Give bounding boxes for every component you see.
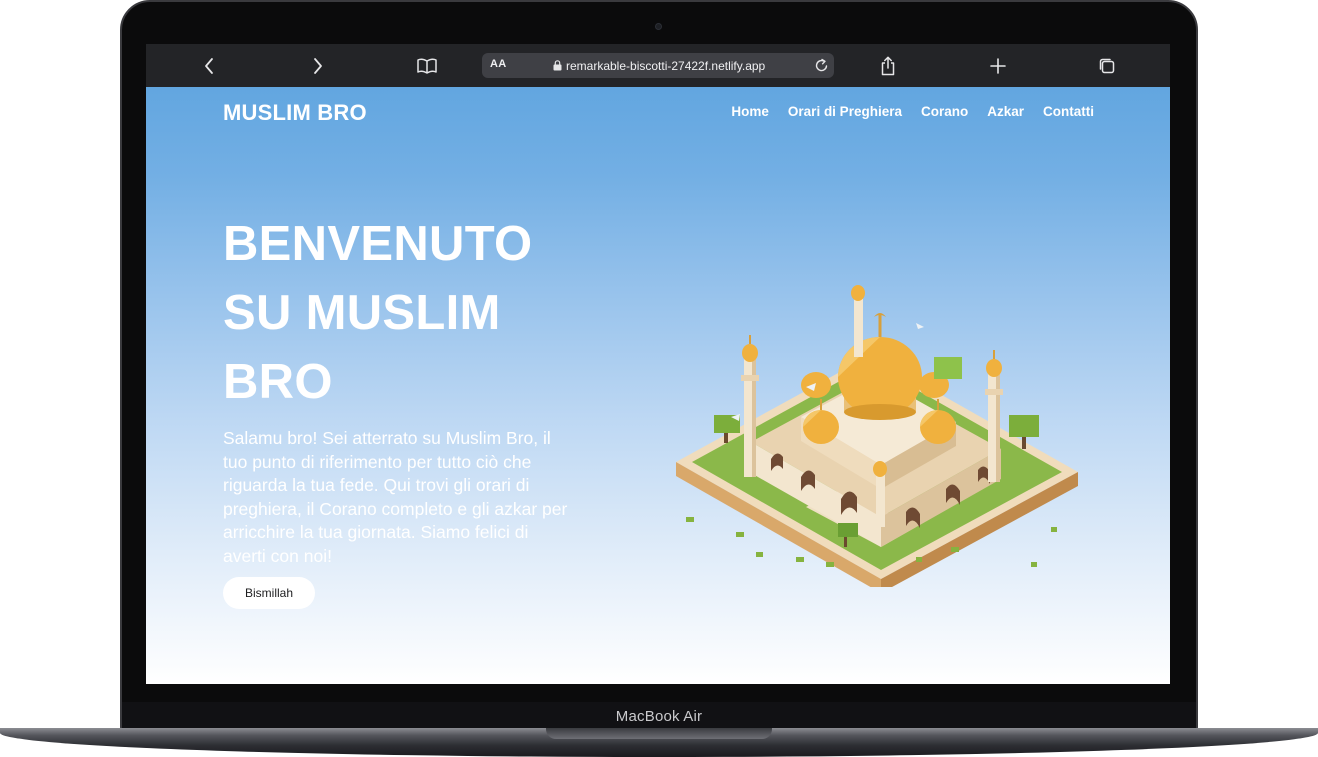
hero-title: BENVENUTO SU MUSLIM BRO	[223, 210, 563, 417]
nav-link-azkar[interactable]: Azkar	[987, 104, 1024, 119]
nav-link-home[interactable]: Home	[731, 104, 769, 119]
mosque-illustration	[676, 285, 1078, 587]
nav-link-contacts[interactable]: Contatti	[1043, 104, 1094, 119]
main-nav: Home Orari di Preghiera Corano Azkar Con…	[731, 104, 1094, 119]
text-size-button[interactable]: AA	[490, 58, 507, 70]
camera	[655, 23, 662, 30]
new-tab-button[interactable]	[985, 53, 1011, 79]
browser-toolbar: AA remarkable-biscotti-27422f.netlify.ap…	[146, 44, 1170, 87]
model-label: MacBook Air	[615, 707, 703, 725]
lock-icon	[553, 60, 562, 71]
back-button[interactable]	[196, 53, 222, 79]
reload-button[interactable]	[812, 56, 830, 74]
nav-link-prayer-times[interactable]: Orari di Preghiera	[788, 104, 902, 119]
back-icon	[205, 58, 213, 74]
bookmarks-button[interactable]	[414, 53, 440, 79]
url-text: remarkable-biscotti-27422f.netlify.app	[566, 59, 766, 73]
hero-title-line: SU MUSLIM	[223, 286, 501, 340]
laptop-base-notch	[546, 728, 772, 739]
screen: AA remarkable-biscotti-27422f.netlify.ap…	[146, 44, 1170, 684]
site-logo[interactable]: MUSLIM BRO	[223, 100, 367, 126]
hero-description: Salamu bro! Sei atterrato su Muslim Bro,…	[223, 428, 568, 566]
hero-title-line: BRO	[223, 355, 333, 409]
forward-icon	[314, 58, 322, 74]
tabs-icon	[1099, 58, 1115, 74]
tabs-button[interactable]	[1094, 53, 1120, 79]
bookmarks-icon	[417, 58, 437, 74]
share-icon	[881, 56, 895, 76]
reload-icon	[815, 58, 827, 71]
hero-title-line: BENVENUTO	[223, 217, 533, 271]
new-tab-icon	[990, 58, 1006, 74]
share-button[interactable]	[875, 53, 901, 79]
nav-link-quran[interactable]: Corano	[921, 104, 968, 119]
bismillah-button[interactable]: Bismillah	[223, 577, 315, 609]
web-page: MUSLIM BRO Home Orari di Preghiera Coran…	[146, 87, 1170, 684]
forward-button[interactable]	[305, 53, 331, 79]
laptop-chin: MacBook Air	[122, 702, 1196, 730]
address-bar[interactable]: AA remarkable-biscotti-27422f.netlify.ap…	[482, 53, 834, 78]
